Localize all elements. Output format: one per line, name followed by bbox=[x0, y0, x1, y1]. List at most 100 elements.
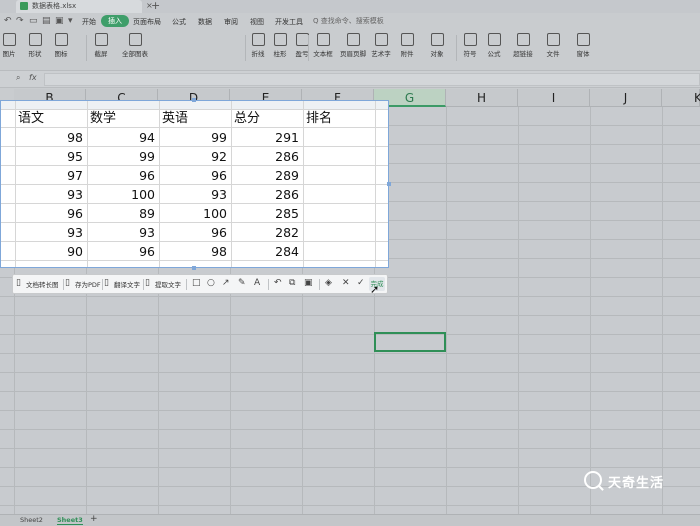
column-header-h[interactable]: H bbox=[446, 89, 518, 107]
ribbon-hyperlink-button[interactable]: 超链接 bbox=[506, 33, 540, 58]
doc-to-long-image-button[interactable]: 文档转长图 bbox=[26, 279, 59, 289]
watermark-logo-icon bbox=[584, 471, 602, 489]
file-icon bbox=[546, 33, 560, 46]
rectangle-tool-icon[interactable]: □ bbox=[192, 278, 201, 288]
table-cell: 285 bbox=[275, 206, 299, 221]
toolbar-divider bbox=[143, 279, 144, 290]
table-row: 95 99 92 286 bbox=[1, 147, 388, 166]
menu-item-developer[interactable]: 开发工具 bbox=[275, 17, 303, 27]
ribbon: 图片 形状 图标 截屏 全部图表 折线 柱形 盈亏 文本框 页眉页脚 艺术字 附… bbox=[0, 31, 700, 67]
watermark: 天奇生活 bbox=[584, 468, 694, 494]
table-cell: 286 bbox=[275, 149, 299, 164]
table-cell: 96 bbox=[211, 168, 227, 183]
table-cell: 98 bbox=[211, 244, 227, 259]
table-cell: 100 bbox=[203, 206, 227, 221]
pdf-icon: ▯ bbox=[65, 278, 70, 288]
check-icon[interactable]: ✓ bbox=[357, 278, 365, 288]
copy-icon[interactable]: ⧉ bbox=[289, 278, 295, 288]
toolbar-divider bbox=[186, 279, 187, 290]
symbol-icon bbox=[463, 33, 477, 46]
translate-icon: ▯ bbox=[104, 278, 109, 288]
column-header-k[interactable]: K bbox=[662, 89, 700, 107]
menu-item-view[interactable]: 视图 bbox=[250, 17, 264, 27]
table-cell: 93 bbox=[67, 225, 83, 240]
table-cell: 291 bbox=[275, 130, 299, 145]
ribbon-icons-button[interactable]: 图标 bbox=[44, 33, 78, 58]
undo-icon[interactable]: ↶ bbox=[274, 278, 282, 288]
table-cell: 284 bbox=[275, 244, 299, 259]
column-header-i[interactable]: I bbox=[518, 89, 590, 107]
attachment-icon bbox=[400, 33, 414, 46]
shape-icon bbox=[28, 33, 42, 46]
screenshot-icon bbox=[94, 33, 108, 46]
ribbon-screenshot-button[interactable]: 截屏 bbox=[84, 33, 118, 58]
wordart-icon bbox=[374, 33, 388, 46]
textbox-icon bbox=[316, 33, 330, 46]
pen-tool-icon[interactable]: ✎ bbox=[238, 278, 246, 288]
screenshot-capture-region[interactable]: 语文 数学 英语 总分 排名 98 94 99 291 95 99 92 286… bbox=[0, 100, 389, 268]
ellipse-tool-icon[interactable]: ○ bbox=[207, 278, 215, 288]
pin-icon[interactable]: ▣ bbox=[304, 278, 313, 288]
menu-item-data[interactable]: 数据 bbox=[198, 17, 212, 27]
form-icon bbox=[576, 33, 590, 46]
resize-handle[interactable] bbox=[192, 98, 196, 102]
fx-icon[interactable]: fx bbox=[29, 73, 37, 82]
ribbon-file-button[interactable]: 文件 bbox=[536, 33, 570, 58]
formula-bar: ⌕ fx bbox=[0, 70, 700, 88]
menu-item-page-layout[interactable]: 页面布局 bbox=[133, 17, 161, 27]
extract-text-button[interactable]: 提取文字 bbox=[155, 279, 181, 289]
sheet-tab-sheet3[interactable]: Sheet3 bbox=[57, 516, 83, 525]
toolbar-divider bbox=[63, 279, 64, 290]
menu-item-formula[interactable]: 公式 bbox=[172, 17, 186, 27]
add-sheet-button[interactable]: + bbox=[90, 514, 98, 524]
sheet-tab-sheet2[interactable]: Sheet2 bbox=[20, 516, 43, 524]
resize-handle[interactable] bbox=[192, 266, 196, 270]
translate-text-button[interactable]: 翻译文字 bbox=[114, 279, 140, 289]
table-row: 96 89 100 285 bbox=[1, 204, 388, 223]
header-cell-total: 总分 bbox=[234, 111, 261, 126]
new-tab-button[interactable]: + bbox=[151, 0, 160, 12]
save-icon[interactable]: ◈ bbox=[325, 278, 332, 288]
picture-icon bbox=[2, 33, 16, 46]
table-cell: 100 bbox=[131, 187, 155, 202]
watermark-text: 天奇生活 bbox=[608, 476, 665, 491]
redo-icon[interactable]: ↷ bbox=[16, 16, 24, 26]
table-cell: 99 bbox=[139, 149, 155, 164]
zoom-icon[interactable]: ⌕ bbox=[16, 73, 20, 83]
table-row: 97 96 96 289 bbox=[1, 166, 388, 185]
object-icon bbox=[430, 33, 444, 46]
resize-handle[interactable] bbox=[387, 182, 391, 186]
menu-bar: ↶ ↷ ▭ ▤ ▣ ▾ 开始 插入 页面布局 公式 数据 审阅 视图 开发工具 … bbox=[0, 13, 700, 31]
ribbon-textbox-button[interactable]: 文本框 bbox=[306, 33, 340, 58]
ribbon-all-charts-button[interactable]: 全部图表 bbox=[118, 33, 152, 58]
menu-item-home[interactable]: 开始 bbox=[82, 17, 96, 27]
formula-input[interactable] bbox=[44, 73, 700, 86]
table-cell: 95 bbox=[67, 149, 83, 164]
ribbon-attachment-button[interactable]: 附件 bbox=[390, 33, 424, 58]
print-icon[interactable]: ▤ bbox=[42, 16, 51, 26]
text-tool-icon[interactable]: A bbox=[254, 278, 260, 288]
menu-item-review[interactable]: 审阅 bbox=[224, 17, 238, 27]
save-as-pdf-button[interactable]: 存为PDF bbox=[75, 279, 101, 289]
document-tab[interactable]: 数据表格.xlsx × bbox=[16, 0, 153, 13]
search-command-input[interactable]: Q 查找命令、搜索模板 bbox=[313, 16, 384, 26]
ribbon-object-button[interactable]: 对象 bbox=[420, 33, 454, 58]
cancel-icon[interactable]: ✕ bbox=[342, 278, 350, 288]
arrow-tool-icon[interactable]: ↗ bbox=[222, 278, 230, 288]
menu-item-insert[interactable]: 插入 bbox=[101, 15, 129, 27]
table-row: 93 93 96 282 bbox=[1, 223, 388, 242]
extract-text-icon: ▯ bbox=[145, 278, 150, 288]
preview-icon[interactable]: ▣ bbox=[55, 16, 64, 26]
title-bar: 数据表格.xlsx × + bbox=[0, 0, 700, 13]
column-header-j[interactable]: J bbox=[590, 89, 662, 107]
ribbon-form-button[interactable]: 窗体 bbox=[566, 33, 600, 58]
selected-cell[interactable] bbox=[374, 332, 446, 352]
more-icon[interactable]: ▾ bbox=[68, 16, 73, 26]
header-cell-english: 英语 bbox=[162, 111, 189, 126]
table-cell: 94 bbox=[139, 130, 155, 145]
save-icon[interactable]: ▭ bbox=[29, 16, 38, 26]
undo-icon[interactable]: ↶ bbox=[4, 16, 12, 26]
header-cell-math: 数学 bbox=[90, 111, 117, 126]
table-cell: 90 bbox=[67, 244, 83, 259]
hyperlink-icon bbox=[516, 33, 530, 46]
